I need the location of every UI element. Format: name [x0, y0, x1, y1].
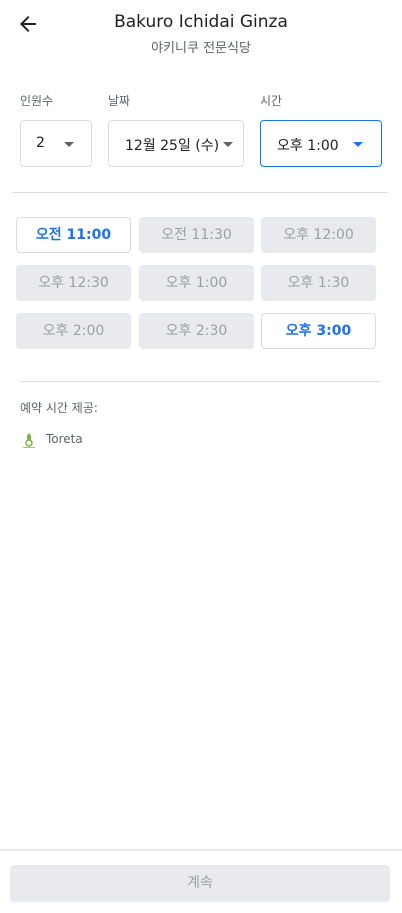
time-slot[interactable]: 오전 11:30 — [139, 217, 254, 253]
app-header: Bakuro Ichidai Ginza 야키니쿠 전문식당 — [0, 0, 402, 70]
date-select[interactable]: 12월 25일 (수) — [108, 120, 244, 167]
time-slot[interactable]: 오후 2:30 — [139, 313, 254, 349]
provider-name[interactable]: Toreta — [46, 432, 83, 446]
dropdown-arrow-icon — [223, 142, 233, 147]
time-slot[interactable]: 오전 11:00 — [16, 217, 131, 253]
date-label: 날짜 — [108, 94, 131, 108]
footer-divider — [0, 849, 402, 852]
time-slot[interactable]: 오후 2:00 — [16, 313, 131, 349]
dropdown-arrow-icon — [353, 142, 363, 147]
dropdown-arrow-icon — [64, 142, 74, 147]
restaurant-name: Bakuro Ichidai Ginza — [114, 12, 288, 32]
time-slot[interactable]: 오후 12:30 — [16, 265, 131, 301]
time-slot[interactable]: 오후 1:30 — [261, 265, 376, 301]
party-size-label: 인원수 — [20, 94, 54, 108]
time-slot[interactable]: 오후 3:00 — [261, 313, 376, 349]
party-size-value: 2 — [36, 135, 45, 151]
divider — [12, 192, 388, 193]
time-label: 시간 — [260, 94, 283, 108]
toreta-logo-icon — [20, 431, 38, 449]
party-size-select[interactable]: 2 — [20, 120, 92, 167]
time-select[interactable]: 오후 1:00 — [260, 120, 382, 167]
date-value: 12월 25일 (수) — [125, 138, 220, 154]
time-slot[interactable]: 오후 12:00 — [261, 217, 376, 253]
time-value: 오후 1:00 — [277, 138, 339, 154]
restaurant-category: 야키니쿠 전문식당 — [151, 41, 251, 56]
continue-button[interactable]: 계속 — [10, 865, 390, 902]
provided-by-label: 예약 시간 제공: — [20, 401, 98, 415]
time-slot[interactable]: 오후 1:00 — [139, 265, 254, 301]
divider — [20, 381, 381, 382]
